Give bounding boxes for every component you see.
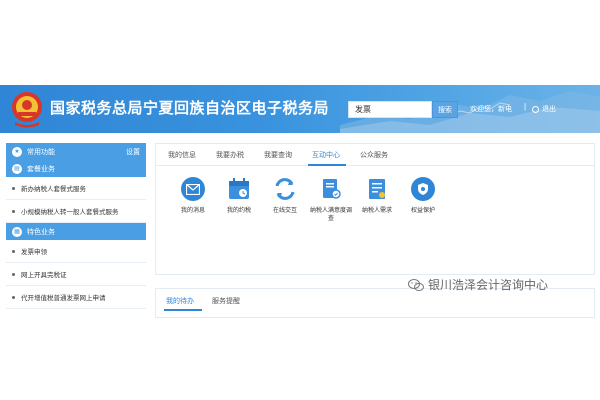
function-online-interaction[interactable]: 在线交互 [262, 177, 308, 215]
screen: 国家税务总局宁夏回族自治区电子税务局 发票 搜索 欢迎您，新电 | 退出 ★ 常… [0, 0, 600, 400]
requirement-icon [365, 177, 389, 201]
sidebar-item-small-to-general[interactable]: 小规模纳税人转一般人套餐式服务 [6, 200, 146, 223]
sidebar-item-tax-certificate[interactable]: 网上开具完税证 [6, 263, 146, 286]
logout-label: 退出 [542, 106, 556, 113]
sidebar-item-label: 发票申领 [21, 249, 47, 256]
bullet-icon [12, 295, 15, 299]
exchange-icon [273, 177, 297, 201]
tab-tax-handling[interactable]: 我要办税 [216, 150, 244, 160]
sidebar-header-label: 常用功能 [27, 148, 55, 156]
function-rights-protection[interactable]: 权益保护 [400, 177, 446, 215]
sidebar-item-label: 新办纳税人套餐式服务 [21, 186, 86, 193]
bullet-icon [12, 272, 15, 276]
sidebar-setting-link[interactable]: 设置 [126, 147, 140, 157]
sidebar-header-common[interactable]: ★ 常用功能 设置 [6, 143, 146, 160]
sidebar-header-package[interactable]: ▤ 套餐业务 [6, 160, 146, 177]
function-label: 我的消息 [180, 208, 205, 214]
active-tab-indicator [308, 164, 346, 166]
function-label: 纳税人需求 [361, 208, 392, 214]
tab-interaction-center[interactable]: 互动中心 [312, 150, 340, 160]
bullet-icon [12, 249, 15, 253]
search-button[interactable]: 搜索 [432, 101, 458, 118]
grid-icon: ▦ [12, 226, 22, 237]
sidebar-item-label: 网上开具完税证 [21, 272, 67, 279]
main-panel: 我的信息 我要办税 我要查询 互动中心 公众服务 我的消息 我的约税 在线交互 [155, 143, 595, 275]
sidebar-item-label: 代开增值税普通发票网上申请 [21, 295, 106, 302]
sidebar: ★ 常用功能 设置 ▤ 套餐业务 新办纳税人套餐式服务 小规模纳税人转一般人套餐… [6, 143, 146, 318]
function-label: 在线交互 [272, 208, 297, 214]
sidebar-item-new-taxpayer[interactable]: 新办纳税人套餐式服务 [6, 177, 146, 200]
tab-service-reminder[interactable]: 服务提醒 [212, 296, 240, 306]
package-icon: ▤ [12, 163, 22, 174]
message-icon [181, 177, 205, 201]
active-tab-indicator [164, 309, 202, 311]
function-my-messages[interactable]: 我的消息 [170, 177, 216, 215]
watermark: 银川浩泽会计咨询中心 [408, 276, 548, 293]
function-satisfaction-survey[interactable]: 纳税人满意度调查 [308, 177, 354, 223]
welcome-text: 欢迎您，新电 [470, 106, 512, 113]
function-taxpayer-needs[interactable]: 纳税人需求 [354, 177, 400, 215]
sidebar-item-label: 小规模纳税人转一般人套餐式服务 [21, 209, 119, 216]
sidebar-header-label: 特色业务 [27, 228, 55, 236]
function-label: 我的约税 [226, 208, 251, 214]
bullet-icon [12, 186, 15, 190]
main-tabs: 我的信息 我要办税 我要查询 互动中心 公众服务 [156, 144, 594, 166]
tab-my-todo[interactable]: 我的待办 [166, 296, 194, 306]
tab-my-info[interactable]: 我的信息 [168, 150, 196, 160]
calendar-icon [227, 177, 251, 201]
tab-query[interactable]: 我要查询 [264, 150, 292, 160]
watermark-text: 银川浩泽会计咨询中心 [428, 278, 549, 292]
header-separator: | [524, 102, 527, 111]
sidebar-header-label: 套餐业务 [27, 165, 55, 173]
search-input[interactable]: 发票 [348, 101, 432, 118]
survey-icon [319, 177, 343, 201]
sidebar-item-invoice-issue[interactable]: 代开增值税普通发票网上申请 [6, 286, 146, 309]
tab-public-service[interactable]: 公众服务 [360, 150, 388, 160]
power-icon [532, 105, 539, 113]
bullet-icon [12, 209, 15, 213]
function-label: 权益保护 [410, 208, 435, 214]
function-label: 纳税人满意度调查 [309, 208, 352, 222]
star-icon: ★ [12, 146, 22, 157]
wechat-icon [408, 278, 424, 291]
site-title: 国家税务总局宁夏回族自治区电子税务局 [50, 100, 330, 117]
logout-link[interactable]: 退出 [532, 104, 556, 114]
function-my-appointment[interactable]: 我的约税 [216, 177, 262, 215]
shield-icon [411, 177, 435, 201]
sidebar-item-invoice-apply[interactable]: 发票申领 [6, 240, 146, 263]
tax-emblem-icon [12, 92, 42, 128]
sidebar-header-special[interactable]: ▦ 特色业务 [6, 223, 146, 240]
